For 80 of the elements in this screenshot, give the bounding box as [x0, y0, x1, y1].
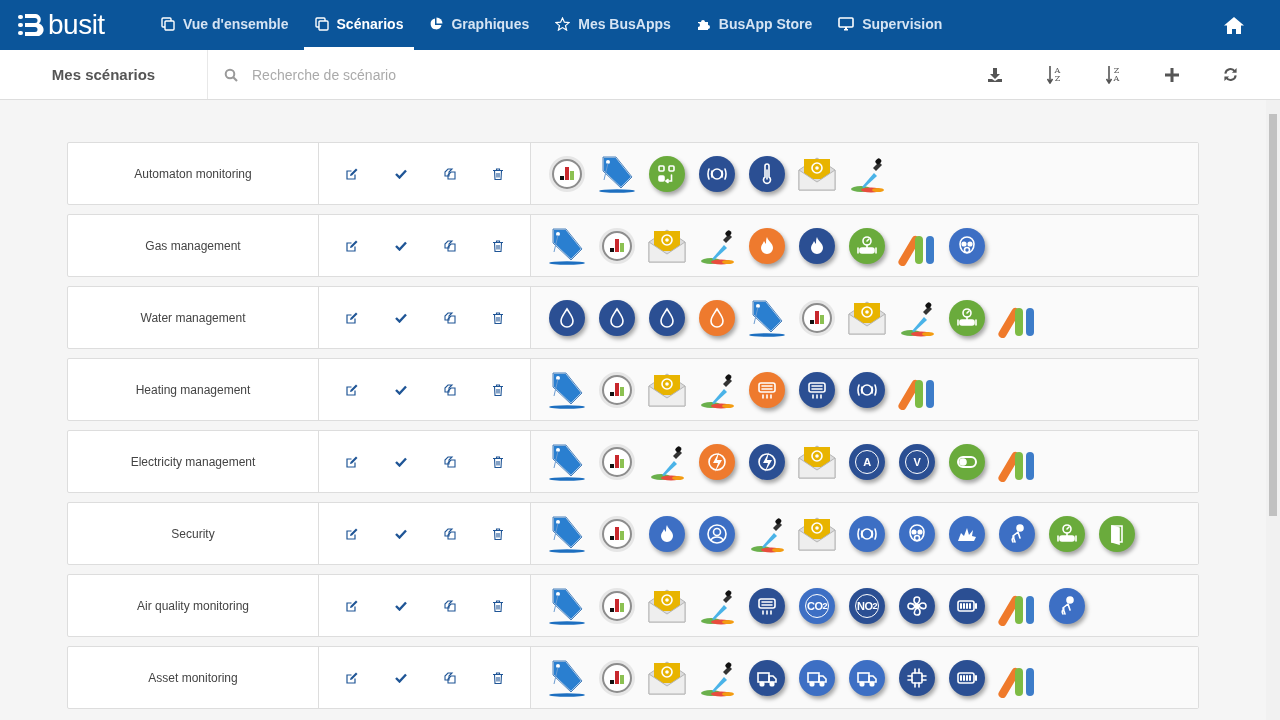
brand-name: busit — [48, 11, 105, 39]
flame-icon[interactable] — [799, 227, 835, 264]
explosion-icon[interactable] — [949, 515, 985, 552]
door-icon[interactable] — [1099, 515, 1135, 552]
bar-chart-icon[interactable] — [597, 441, 637, 482]
nav-tab[interactable]: BusApp Store — [685, 0, 824, 50]
user-icon[interactable] — [699, 515, 735, 552]
valve-icon[interactable] — [849, 227, 885, 264]
scenario-name: Security — [68, 503, 319, 564]
download-icon — [986, 66, 1003, 83]
drop-icon[interactable] — [599, 299, 635, 336]
bar-chart-icon[interactable] — [597, 225, 637, 266]
scenario-name: Asset monitoring — [68, 647, 319, 708]
fan-icon[interactable] — [899, 587, 935, 624]
flame-icon[interactable] — [649, 515, 685, 552]
star-icon — [555, 16, 571, 31]
price-tag-icon[interactable] — [547, 441, 587, 482]
bar-chart-icon[interactable] — [547, 153, 587, 194]
wave-icon[interactable] — [699, 155, 735, 192]
bar-chart-icon[interactable] — [597, 585, 637, 626]
thermometer-icon[interactable] — [749, 155, 785, 192]
drop-icon[interactable] — [649, 299, 685, 336]
valve-icon[interactable] — [1049, 515, 1085, 552]
scenario-name: Gas management — [68, 215, 319, 276]
refresh-icon — [1223, 67, 1238, 82]
scenario-name: Automaton monitoring — [68, 143, 319, 204]
price-tag-icon[interactable] — [547, 225, 587, 266]
scenario-name: Air quality monitoring — [68, 575, 319, 636]
price-tag-icon[interactable] — [747, 297, 787, 338]
sort-button[interactable]: A Z — [1024, 59, 1083, 90]
bar-chart-icon[interactable] — [597, 513, 637, 554]
squares-icon — [161, 16, 175, 31]
gas-mask-icon[interactable] — [899, 515, 935, 552]
gas-mask-icon[interactable] — [949, 227, 985, 264]
scenario-name: Water management — [68, 287, 319, 348]
price-tag-icon[interactable] — [597, 153, 637, 194]
scenario-name: Electricity management — [68, 431, 319, 492]
search-icon — [224, 67, 238, 82]
nav-tab[interactable]: Supervision — [827, 0, 954, 50]
battery-icon[interactable] — [949, 659, 985, 696]
battery-icon[interactable] — [949, 587, 985, 624]
wave-icon[interactable] — [849, 371, 885, 408]
flowchart-icon[interactable] — [649, 155, 685, 192]
nav-tab[interactable]: Vue d'ensemble — [150, 0, 300, 50]
valve-icon[interactable] — [949, 299, 985, 336]
scenario-name: Heating management — [68, 359, 319, 420]
person-icon[interactable] — [1049, 587, 1085, 624]
arrow-down-icon — [1046, 65, 1053, 84]
sort-button[interactable]: Z A — [1083, 59, 1142, 90]
lightning-icon[interactable] — [749, 443, 785, 480]
pie-chart-icon — [429, 16, 444, 31]
plus-icon — [1164, 67, 1179, 82]
price-tag-icon[interactable] — [547, 585, 587, 626]
price-tag-icon[interactable] — [547, 369, 587, 410]
bar-chart-icon[interactable] — [797, 297, 837, 338]
nav-tab[interactable]: Graphiques — [418, 0, 541, 50]
radiator-icon[interactable] — [799, 371, 835, 408]
person-icon[interactable] — [999, 515, 1035, 552]
chip-icon[interactable] — [899, 659, 935, 696]
bar-chart-icon[interactable] — [597, 369, 637, 410]
truck-icon[interactable] — [849, 659, 885, 696]
wave-icon[interactable] — [849, 515, 885, 552]
arrow-down-icon — [1105, 65, 1112, 84]
price-tag-icon[interactable] — [547, 513, 587, 554]
price-tag-icon[interactable] — [547, 657, 587, 698]
home-icon[interactable] — [1224, 16, 1244, 34]
drop-icon[interactable] — [549, 299, 585, 336]
squares-icon — [314, 16, 329, 31]
meter-icon[interactable]: A — [849, 443, 885, 480]
page-title: Mes scénarios — [0, 50, 208, 99]
bar-chart-icon[interactable] — [597, 657, 637, 698]
truck-icon[interactable] — [799, 659, 835, 696]
truck-icon[interactable] — [749, 659, 785, 696]
logo-icon — [18, 14, 44, 36]
radiator-icon[interactable] — [749, 587, 785, 624]
monitor-icon — [838, 16, 855, 31]
scrollbar[interactable] — [1266, 100, 1280, 720]
nav-tab[interactable]: Mes BusApps — [544, 0, 682, 50]
toggle-icon[interactable] — [949, 443, 985, 480]
meter-icon[interactable]: V — [899, 443, 935, 480]
